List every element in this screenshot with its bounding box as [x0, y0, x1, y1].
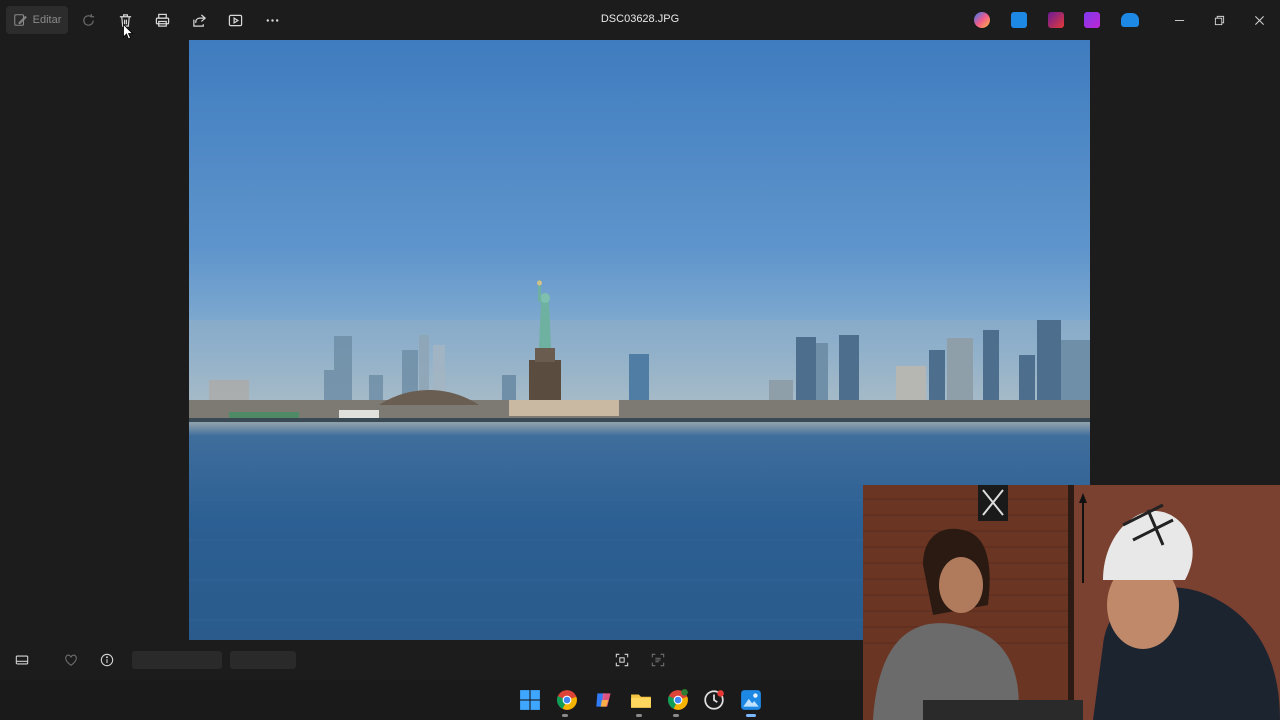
start-icon[interactable]: [518, 688, 542, 712]
minimize-icon[interactable]: [1169, 10, 1189, 30]
chrome-icon[interactable]: [555, 688, 579, 712]
placeholder-pill-1: [132, 651, 222, 669]
restore-icon[interactable]: [1209, 10, 1229, 30]
clipchamp-icon[interactable]: [1048, 12, 1064, 28]
visual-search-icon[interactable]: [648, 650, 668, 670]
placeholder-pill-2: [230, 651, 296, 669]
mouse-cursor-icon: [123, 24, 133, 40]
running-indicator-chrome: [562, 714, 568, 717]
close-icon[interactable]: [1249, 10, 1269, 30]
rotate-icon[interactable]: [78, 10, 98, 30]
share-icon[interactable]: [189, 10, 209, 30]
webcam-feed-image: [863, 485, 1280, 720]
file-explorer-icon[interactable]: [629, 688, 653, 712]
fit-to-window-icon[interactable]: [612, 650, 632, 670]
edit-button[interactable]: Editar: [6, 6, 68, 34]
photos-editor-icon[interactable]: [1011, 12, 1027, 28]
favorite-icon[interactable]: [61, 650, 81, 670]
edit-icon: [13, 14, 27, 26]
more-icon[interactable]: [262, 10, 282, 30]
top-toolbar: Editar DSC03628.JPG: [0, 0, 1280, 40]
active-app-indicator: [746, 714, 756, 717]
webcam-overlay: [863, 485, 1280, 720]
copilot-taskbar-icon[interactable]: [592, 688, 616, 712]
edit-label: Editar: [32, 14, 62, 26]
filmstrip-icon[interactable]: [12, 650, 32, 670]
info-icon[interactable]: [97, 650, 117, 670]
chrome-profile-icon[interactable]: [666, 688, 690, 712]
running-indicator-explorer: [636, 714, 642, 717]
slideshow-icon[interactable]: [225, 10, 245, 30]
photos-app-window: Editar DSC03628.JPG: [0, 0, 1280, 720]
onedrive-icon[interactable]: [1121, 13, 1139, 27]
copilot-icon[interactable]: [974, 12, 990, 28]
print-icon[interactable]: [152, 10, 172, 30]
photos-icon[interactable]: [739, 688, 763, 712]
running-indicator-chrome-profile: [673, 714, 679, 717]
designer-icon[interactable]: [1084, 12, 1100, 28]
clock-app-icon[interactable]: [702, 688, 726, 712]
window-title: DSC03628.JPG: [600, 13, 680, 25]
